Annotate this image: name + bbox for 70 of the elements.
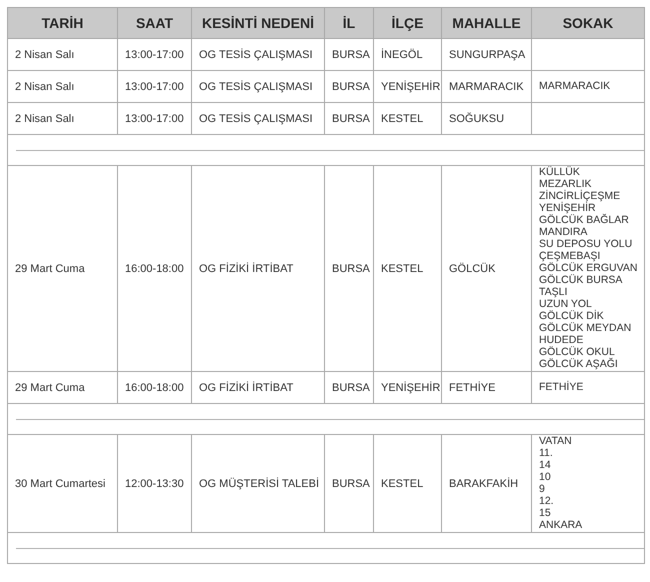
- table-cell: MARMARACIK: [449, 80, 524, 92]
- street-name: 12.: [539, 495, 555, 507]
- street-name: GÖLCÜK AŞAĞI: [539, 358, 619, 370]
- table-cell: 2 Nisan Salı: [15, 48, 74, 60]
- street-name: HUDEDE: [539, 334, 584, 346]
- table-cell: BURSA: [332, 48, 370, 60]
- table-cell: 16:00-18:00: [125, 382, 184, 394]
- table-cell: 13:00-17:00: [125, 112, 184, 124]
- column-header: MAHALLE: [442, 8, 532, 38]
- table-cell: BARAKFAKİH: [449, 478, 518, 490]
- table-cell: BURSA: [332, 112, 370, 124]
- street-name: FETHİYE: [539, 381, 584, 393]
- table-cell: 29 Mart Cuma: [15, 382, 85, 394]
- table-cell: YENİŞEHİR: [381, 382, 440, 394]
- table-cell: OG TESİS ÇALIŞMASI: [199, 80, 312, 92]
- table-cell: 29 Mart Cuma: [15, 262, 85, 274]
- table-cell: YENİŞEHİR: [381, 80, 440, 92]
- street-name: VATAN: [539, 435, 573, 447]
- street-name: GÖLCÜK MEYDAN: [539, 322, 632, 334]
- column-header: İL: [324, 8, 374, 38]
- street-name: ANKARA: [539, 519, 584, 531]
- table-cell: OG FİZİKİ İRTİBAT: [199, 382, 294, 394]
- column-header: TARİH: [8, 8, 118, 38]
- table-cell: OG TESİS ÇALIŞMASI: [199, 48, 312, 60]
- table-cell: 2 Nisan Salı: [15, 112, 74, 124]
- table-cell: SUNGURPAŞA: [449, 48, 526, 60]
- street-name: 9: [539, 483, 546, 495]
- table-cell: FETHİYE: [449, 382, 496, 394]
- street-name: 14: [539, 459, 552, 471]
- street-name: GÖLCÜK OKUL: [539, 346, 615, 358]
- street-name: ZİNCİRLİÇEŞME: [539, 190, 622, 202]
- column-header: SOKAK: [532, 8, 644, 38]
- street-name: KÜLLÜK: [539, 166, 581, 178]
- table-cell: KESTEL: [381, 262, 424, 274]
- street-name: GÖLCÜK BAĞLAR: [539, 214, 630, 226]
- table-cell: OG FİZİKİ İRTİBAT: [199, 262, 294, 274]
- table-cell: 12:00-13:30: [125, 478, 184, 490]
- table-cell: GÖLCÜK: [449, 262, 496, 274]
- street-name: 10: [539, 471, 552, 483]
- table-cell: İNEGÖL: [381, 48, 423, 60]
- column-header: KESİNTİ NEDENİ: [192, 8, 324, 38]
- table-cell: 16:00-18:00: [125, 262, 184, 274]
- street-name: GÖLCÜK ERGUVAN: [539, 262, 638, 274]
- table-cell: KESTEL: [381, 478, 424, 490]
- street-name: MARMARACIK: [539, 80, 612, 92]
- table-cell: OG MÜŞTERİSİ TALEBİ: [199, 478, 320, 490]
- street-name: 11.: [539, 447, 554, 459]
- table-cell: 30 Mart Cumartesi: [15, 478, 106, 490]
- street-name: MANDIRA: [539, 226, 588, 238]
- table-cell: OG TESİS ÇALIŞMASI: [199, 112, 312, 124]
- street-name: UZUN YOL: [539, 298, 592, 310]
- table-cell: BURSA: [332, 80, 370, 92]
- street-name: MEZARLIK: [539, 178, 592, 190]
- table-cell: BURSA: [332, 262, 370, 274]
- column-header: SAAT: [118, 8, 192, 38]
- table-cell: BURSA: [332, 382, 370, 394]
- street-name: YENİŞEHİR: [539, 202, 596, 214]
- table-cell: 13:00-17:00: [125, 80, 184, 92]
- street-name: ÇEŞMEBAŞI: [539, 250, 602, 262]
- street-name: SU DEPOSU YOLU: [539, 238, 634, 250]
- street-name: 15: [539, 507, 552, 519]
- street-name: TAŞLI: [539, 286, 568, 298]
- street-name: GÖLCÜK BURSA: [539, 274, 624, 286]
- table-cell: 2 Nisan Salı: [15, 80, 74, 92]
- table-cell: 13:00-17:00: [125, 48, 184, 60]
- street-name: GÖLCÜK DİK: [539, 310, 605, 322]
- column-header: İLÇE: [374, 8, 442, 38]
- table-cell: BURSA: [332, 478, 370, 490]
- table-cell: SOĞUKSU: [449, 112, 504, 124]
- table-cell: KESTEL: [381, 112, 424, 124]
